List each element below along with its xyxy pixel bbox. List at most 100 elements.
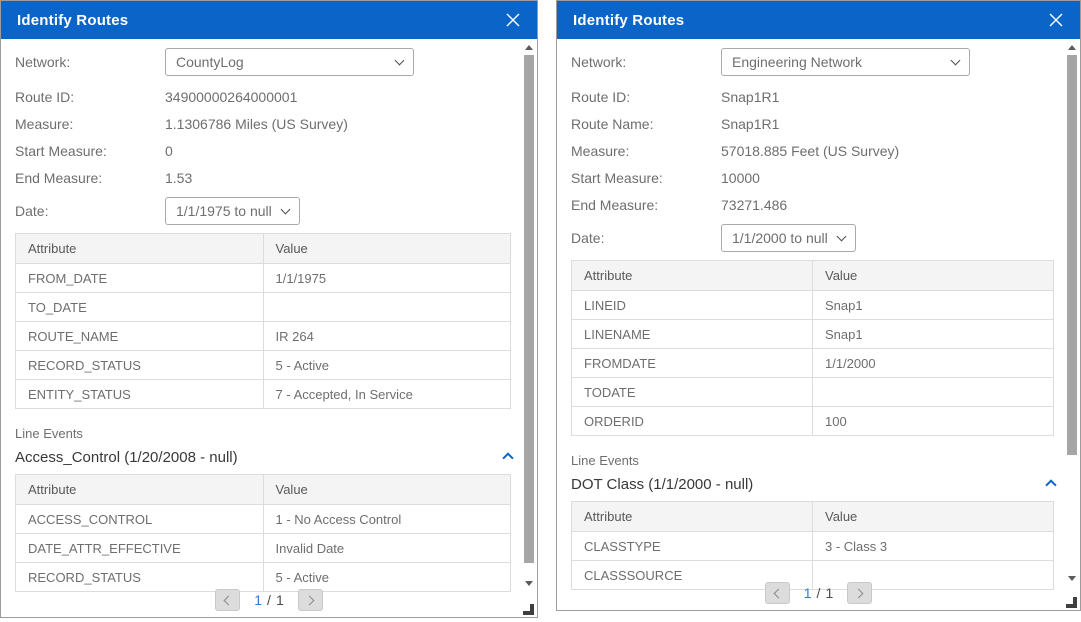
page-separator: /: [817, 585, 821, 601]
pagination: 1 / 1: [1, 584, 537, 616]
scroll-down-icon[interactable]: [1065, 572, 1079, 584]
panel-titlebar: Identify Routes: [1, 1, 537, 39]
identify-routes-panel-right: Identify Routes Network: Engineering Net…: [556, 0, 1081, 611]
table-row: ROUTE_NAME IR 264: [16, 322, 511, 351]
chevron-down-icon: [951, 56, 961, 66]
attribute-column-header: Attribute: [572, 261, 813, 291]
end-measure-label: End Measure:: [15, 170, 165, 186]
network-label: Network:: [15, 54, 165, 70]
table-row: LINENAME Snap1: [572, 320, 1054, 349]
attribute-column-header: Attribute: [16, 475, 264, 505]
vertical-scrollbar[interactable]: [522, 41, 536, 589]
value-column-header: Value: [813, 502, 1054, 532]
end-measure-value: 1.53: [165, 170, 192, 186]
chevron-right-icon: [854, 588, 864, 598]
chevron-left-icon: [224, 595, 234, 605]
table-header-row: Attribute Value: [16, 234, 511, 264]
vertical-scrollbar[interactable]: [1065, 41, 1079, 584]
scroll-up-icon[interactable]: [522, 41, 536, 53]
attribute-column-header: Attribute: [16, 234, 264, 264]
value-cell: 100: [813, 407, 1054, 436]
route-attribute-table: Attribute Value LINEID Snap1 LINENAME Sn…: [571, 260, 1054, 436]
chevron-up-icon[interactable]: [1042, 477, 1060, 493]
value-column-header: Value: [263, 475, 511, 505]
resize-handle-icon[interactable]: [1066, 597, 1077, 608]
table-row: TODATE: [572, 378, 1054, 407]
chevron-right-icon: [304, 595, 314, 605]
table-row: FROM_DATE 1/1/1975: [16, 264, 511, 293]
value-cell: [813, 378, 1054, 407]
panel-content: Network: Engineering Network Route ID: S…: [557, 39, 1080, 584]
value-column-header: Value: [813, 261, 1054, 291]
total-pages: 1: [276, 592, 284, 608]
scrollbar-thumb[interactable]: [1067, 55, 1077, 455]
previous-page-button[interactable]: [765, 582, 790, 604]
value-cell: 7 - Accepted, In Service: [263, 380, 511, 409]
current-page: 1: [254, 592, 262, 608]
value-cell: 1/1/2000: [813, 349, 1054, 378]
value-cell: IR 264: [263, 322, 511, 351]
attr-cell: TODATE: [572, 378, 813, 407]
chevron-down-icon: [395, 56, 405, 66]
close-icon[interactable]: [503, 10, 523, 30]
attr-cell: ENTITY_STATUS: [16, 380, 264, 409]
value-cell: Snap1: [813, 291, 1054, 320]
route-id-value: 34900000264000001: [165, 89, 297, 105]
table-header-row: Attribute Value: [16, 475, 511, 505]
event-attribute-table: Attribute Value ACCESS_CONTROL 1 - No Ac…: [15, 474, 511, 592]
start-measure-label: Start Measure:: [15, 143, 165, 159]
attr-cell: ACCESS_CONTROL: [16, 505, 264, 534]
table-row: LINEID Snap1: [572, 291, 1054, 320]
previous-page-button[interactable]: [215, 589, 240, 611]
route-name-label: Route Name:: [571, 116, 721, 132]
panel-titlebar: Identify Routes: [557, 1, 1080, 39]
close-icon[interactable]: [1046, 10, 1066, 30]
attr-cell: RECORD_STATUS: [16, 351, 264, 380]
panel-content: Network: CountyLog Route ID: 34900000264…: [1, 39, 537, 589]
next-page-button[interactable]: [847, 582, 872, 604]
network-label: Network:: [571, 54, 721, 70]
date-select[interactable]: 1/1/2000 to null: [721, 224, 856, 252]
attr-cell: LINENAME: [572, 320, 813, 349]
scroll-up-icon[interactable]: [1065, 41, 1079, 53]
identify-routes-panel-left: Identify Routes Network: CountyLog Route…: [0, 0, 538, 618]
table-row: TO_DATE: [16, 293, 511, 322]
measure-value: 1.1306786 Miles (US Survey): [165, 116, 348, 132]
event-group-header: DOT Class (1/1/2000 - null): [571, 476, 1054, 493]
panel-title: Identify Routes: [573, 12, 1046, 29]
next-page-button[interactable]: [298, 589, 323, 611]
scrollbar-thumb[interactable]: [524, 55, 534, 563]
attr-cell: ORDERID: [572, 407, 813, 436]
network-select-value: Engineering Network: [732, 54, 862, 70]
panel-title: Identify Routes: [17, 12, 503, 29]
resize-handle-icon[interactable]: [523, 604, 534, 615]
table-row: CLASSTYPE 3 - Class 3: [572, 532, 1054, 561]
table-row: ORDERID 100: [572, 407, 1054, 436]
route-id-label: Route ID:: [15, 89, 165, 105]
attr-cell: DATE_ATTR_EFFECTIVE: [16, 534, 264, 563]
start-measure-value: 10000: [721, 170, 760, 186]
measure-label: Measure:: [571, 143, 721, 159]
table-row: RECORD_STATUS 5 - Active: [16, 351, 511, 380]
value-cell: 5 - Active: [263, 351, 511, 380]
scroll-down-icon[interactable]: [522, 577, 536, 589]
date-label: Date:: [571, 230, 721, 246]
network-select[interactable]: Engineering Network: [721, 48, 970, 76]
attr-cell: CLASSTYPE: [572, 532, 813, 561]
network-select[interactable]: CountyLog: [165, 48, 414, 76]
total-pages: 1: [825, 585, 833, 601]
table-row: ENTITY_STATUS 7 - Accepted, In Service: [16, 380, 511, 409]
value-cell: Invalid Date: [263, 534, 511, 563]
value-cell: 1 - No Access Control: [263, 505, 511, 534]
current-page: 1: [804, 585, 812, 601]
route-name-value: Snap1R1: [721, 116, 779, 132]
date-select-value: 1/1/2000 to null: [732, 230, 828, 246]
network-select-value: CountyLog: [176, 54, 244, 70]
attr-cell: ROUTE_NAME: [16, 322, 264, 351]
date-select[interactable]: 1/1/1975 to null: [165, 197, 300, 225]
start-measure-value: 0: [165, 143, 173, 159]
chevron-up-icon[interactable]: [499, 450, 517, 466]
value-column-header: Value: [263, 234, 511, 264]
value-cell: 1/1/1975: [263, 264, 511, 293]
measure-label: Measure:: [15, 116, 165, 132]
